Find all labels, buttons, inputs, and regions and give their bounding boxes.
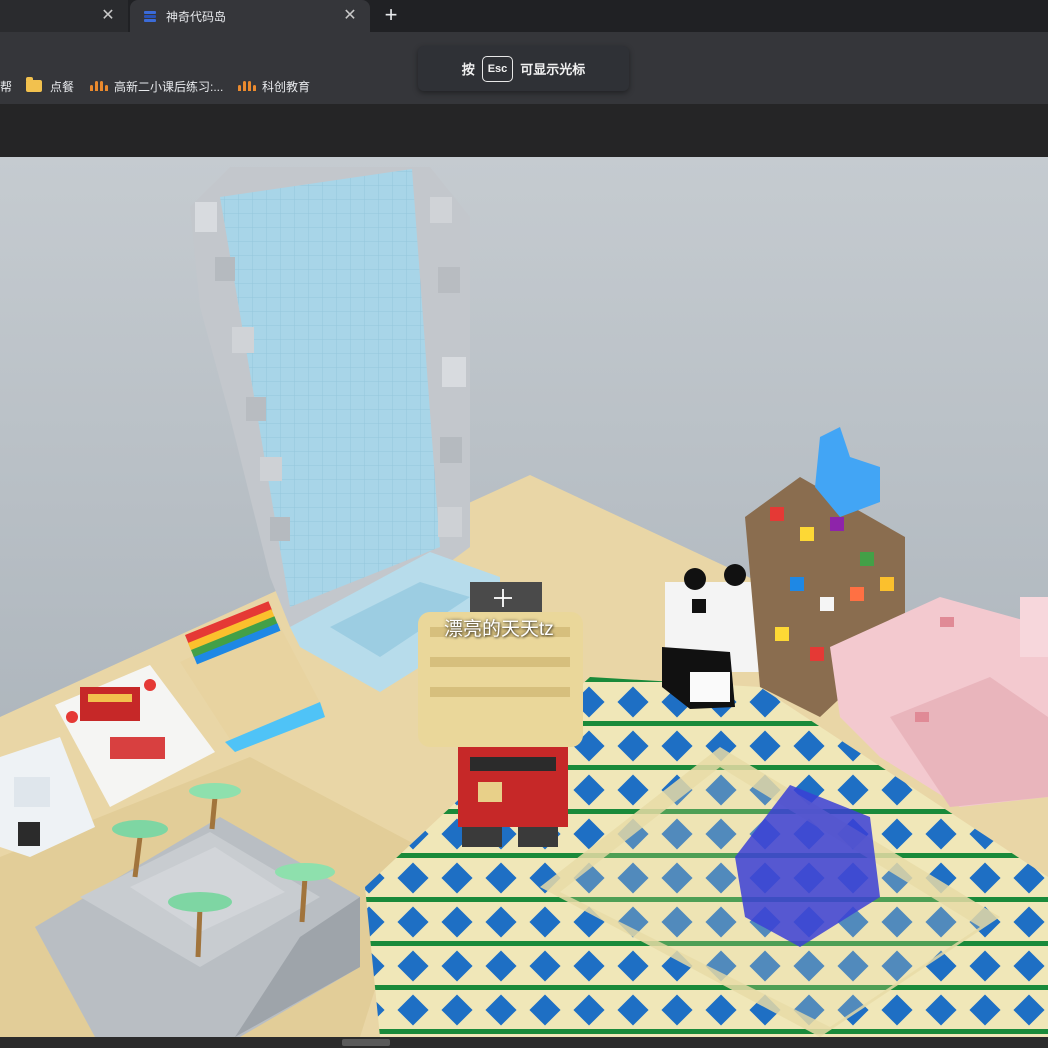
bookmark-label: 帮 bbox=[0, 79, 13, 94]
toast-text-after: 可显示光标 bbox=[520, 62, 586, 77]
close-icon[interactable]: ✕ bbox=[100, 8, 116, 24]
bookmark-item[interactable]: 高新二小课后练习:... bbox=[90, 68, 223, 104]
folder-icon bbox=[26, 77, 42, 92]
pointer-lock-toast: 按 Esc 可显示光标 bbox=[418, 46, 629, 91]
bookmark-item[interactable]: 帮 bbox=[0, 68, 12, 104]
horizontal-scrollbar[interactable] bbox=[0, 1037, 1048, 1048]
bookmark-folder[interactable]: 点餐 bbox=[26, 68, 74, 104]
m-logo-icon bbox=[90, 81, 108, 91]
toast-text-before: 按 bbox=[461, 62, 475, 77]
bookmark-label: 科创教育 bbox=[262, 79, 311, 94]
tab-active[interactable]: 神奇代码岛 ✕ bbox=[130, 0, 370, 32]
scrollbar-thumb[interactable] bbox=[342, 1039, 390, 1046]
page-header-bar bbox=[0, 104, 1048, 157]
game-viewport[interactable]: 漂亮的天天tz bbox=[0, 157, 1048, 1037]
plus-icon[interactable]: + bbox=[380, 4, 402, 27]
bookmark-item[interactable]: 科创教育 bbox=[238, 68, 310, 104]
bookmark-label: 高新二小课后练习:... bbox=[114, 79, 224, 94]
codeisland-favicon-icon bbox=[144, 10, 156, 22]
voxel-scene bbox=[0, 167, 1048, 1037]
esc-key-badge: Esc bbox=[481, 55, 514, 82]
close-icon[interactable]: ✕ bbox=[342, 8, 358, 24]
tab-strip: ✕ 神奇代码岛 ✕ + bbox=[0, 0, 1048, 32]
bookmark-label: 点餐 bbox=[50, 79, 75, 94]
crosshair-icon bbox=[494, 589, 512, 607]
m-logo-icon bbox=[238, 81, 256, 91]
tab-label: 神奇代码岛 bbox=[166, 9, 227, 24]
player-nametag: 漂亮的天天tz bbox=[444, 619, 554, 640]
tab-previous[interactable]: ✕ bbox=[0, 0, 128, 32]
